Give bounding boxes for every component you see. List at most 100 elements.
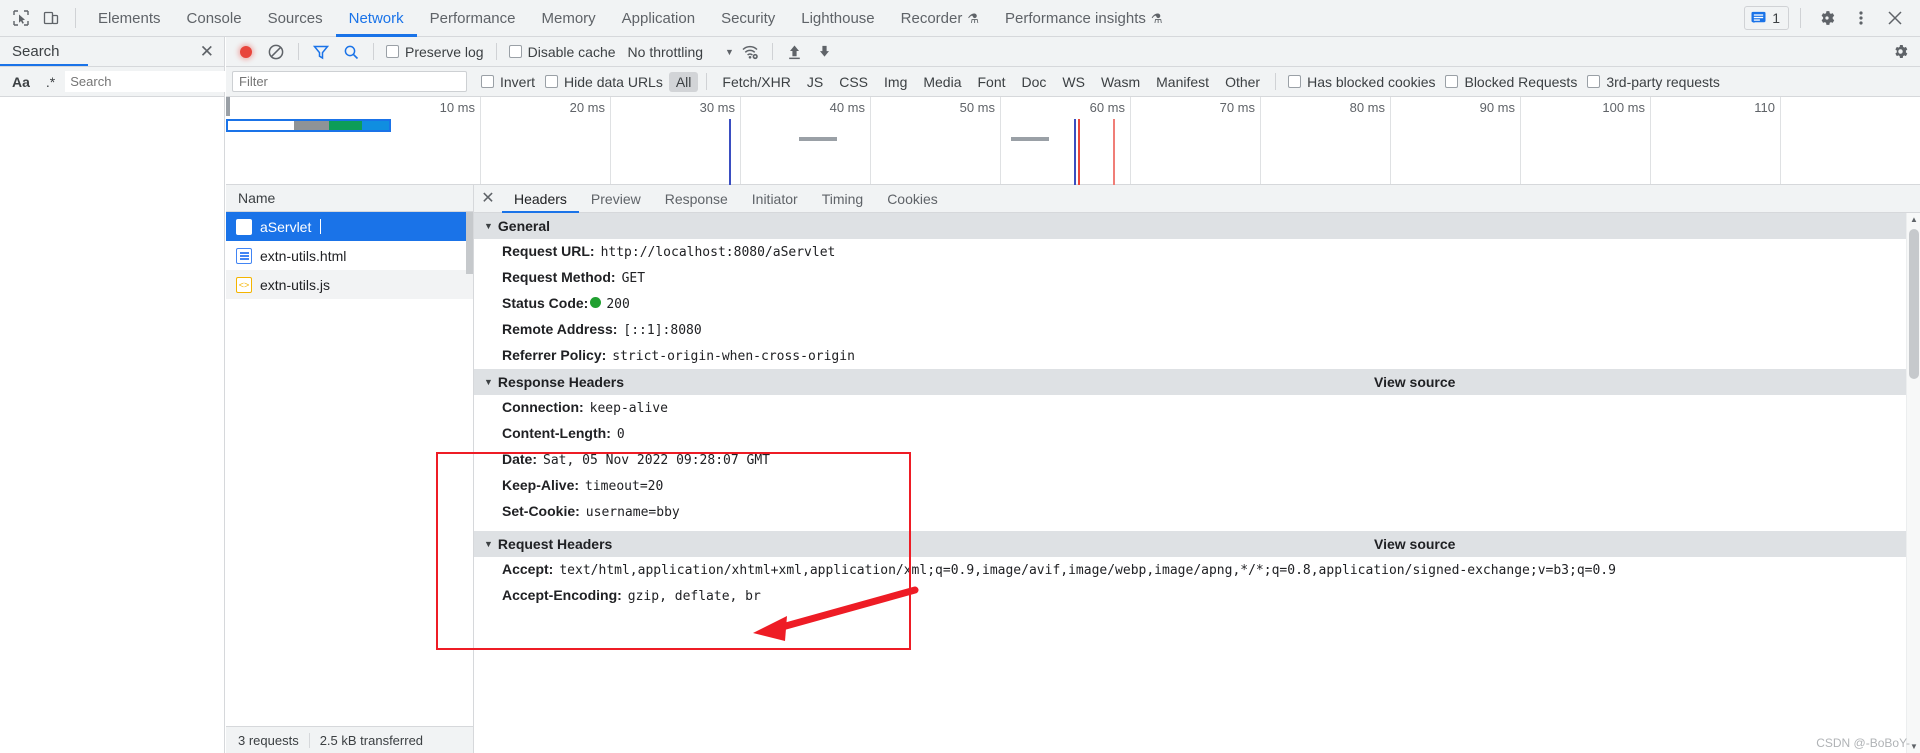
header-row: Request Method: GET bbox=[474, 265, 1920, 291]
tab-network[interactable]: Network bbox=[336, 0, 417, 37]
header-value: username=bby bbox=[586, 505, 680, 521]
scrollbar-thumb[interactable] bbox=[1909, 229, 1919, 379]
header-key: Status Code: bbox=[502, 295, 588, 311]
regex-button[interactable]: .* bbox=[40, 74, 61, 90]
blocked-requests-label: Blocked Requests bbox=[1464, 74, 1577, 90]
request-row-extn-utils-html[interactable]: extn-utils.html bbox=[226, 241, 473, 270]
checkbox-box bbox=[386, 45, 399, 58]
section-header-response-headers[interactable]: ▼ Response Headers View source bbox=[474, 369, 1920, 395]
inspect-icon[interactable] bbox=[6, 3, 36, 33]
section-title: General bbox=[498, 218, 550, 234]
filter-type-js[interactable]: JS bbox=[800, 72, 830, 92]
filter-type-ws[interactable]: WS bbox=[1055, 72, 1092, 92]
tab-headers[interactable]: Headers bbox=[502, 185, 579, 213]
filter-type-manifest[interactable]: Manifest bbox=[1149, 72, 1216, 92]
record-button[interactable] bbox=[232, 39, 260, 65]
disable-cache-checkbox[interactable]: Disable cache bbox=[505, 44, 620, 60]
tab-application[interactable]: Application bbox=[609, 0, 708, 37]
filter-type-doc[interactable]: Doc bbox=[1015, 72, 1054, 92]
view-source-link[interactable]: View source bbox=[1374, 374, 1455, 390]
tab-preview[interactable]: Preview bbox=[579, 185, 653, 213]
detail-scrollbar[interactable]: ▲ ▼ bbox=[1906, 213, 1920, 753]
tab-label: Performance insights bbox=[1005, 0, 1146, 37]
close-icon[interactable]: ✕ bbox=[200, 43, 214, 60]
issues-button[interactable]: 1 bbox=[1744, 6, 1789, 30]
tab-initiator[interactable]: Initiator bbox=[740, 185, 810, 213]
hide-data-urls-checkbox[interactable]: Hide data URLs bbox=[541, 74, 667, 90]
requests-count: 3 requests bbox=[226, 733, 309, 748]
tab-response[interactable]: Response bbox=[653, 185, 740, 213]
preserve-log-label: Preserve log bbox=[405, 44, 484, 60]
third-party-requests-checkbox[interactable]: 3rd-party requests bbox=[1583, 74, 1724, 90]
section-header-general[interactable]: ▼ General bbox=[474, 213, 1920, 239]
view-source-link[interactable]: View source bbox=[1374, 536, 1455, 552]
filter-type-media[interactable]: Media bbox=[916, 72, 968, 92]
request-name: extn-utils.js bbox=[260, 277, 330, 293]
has-blocked-cookies-checkbox[interactable]: Has blocked cookies bbox=[1284, 74, 1439, 90]
request-row-aservlet[interactable]: aServlet bbox=[226, 212, 473, 241]
close-detail-icon[interactable]: ✕ bbox=[474, 191, 502, 207]
tab-console[interactable]: Console bbox=[174, 0, 255, 37]
filter-type-wasm[interactable]: Wasm bbox=[1094, 72, 1147, 92]
filter-type-fetch-xhr[interactable]: Fetch/XHR bbox=[715, 72, 797, 92]
tab-security[interactable]: Security bbox=[708, 0, 788, 37]
more-options-icon[interactable] bbox=[1846, 3, 1876, 33]
gear-icon[interactable] bbox=[1812, 3, 1842, 33]
filter-type-css[interactable]: CSS bbox=[832, 72, 875, 92]
request-list-header[interactable]: Name bbox=[226, 185, 473, 212]
tab-performance-insights[interactable]: Performance insights ⚗ bbox=[992, 0, 1176, 37]
overview-tick-label: 110 bbox=[1661, 100, 1775, 115]
header-row: Accept: text/html,application/xhtml+xml,… bbox=[474, 557, 1920, 583]
search-button[interactable] bbox=[337, 39, 365, 65]
header-value: 0 bbox=[617, 427, 625, 443]
detail-tabs: ✕ Headers Preview Response Initiator Tim… bbox=[474, 185, 1920, 213]
tab-sources[interactable]: Sources bbox=[255, 0, 336, 37]
close-icon[interactable] bbox=[1880, 3, 1910, 33]
section-body-general: Request URL: http://localhost:8080/aServ… bbox=[474, 239, 1920, 369]
network-settings-gear-icon[interactable] bbox=[1886, 39, 1914, 65]
network-conditions-button[interactable] bbox=[736, 39, 764, 65]
scrollbar-thumb[interactable] bbox=[466, 212, 473, 274]
throttling-select[interactable]: No throttling ▼ bbox=[622, 44, 734, 60]
filter-input[interactable] bbox=[232, 71, 467, 92]
scroll-up-arrow-icon[interactable]: ▲ bbox=[1907, 213, 1920, 226]
tab-timing[interactable]: Timing bbox=[810, 185, 876, 213]
tab-memory[interactable]: Memory bbox=[529, 0, 609, 37]
filter-type-font[interactable]: Font bbox=[971, 72, 1013, 92]
header-value: GET bbox=[622, 271, 645, 287]
device-toolbar-icon[interactable] bbox=[36, 3, 66, 33]
request-list-scrollbar[interactable] bbox=[466, 212, 473, 726]
tab-elements[interactable]: Elements bbox=[85, 0, 174, 37]
invert-checkbox[interactable]: Invert bbox=[477, 74, 539, 90]
tab-cookies[interactable]: Cookies bbox=[875, 185, 950, 213]
request-row-extn-utils-js[interactable]: <> extn-utils.js bbox=[226, 270, 473, 299]
filter-type-other[interactable]: Other bbox=[1218, 72, 1267, 92]
transferred-size: 2.5 kB transferred bbox=[309, 733, 433, 748]
header-key: Request URL: bbox=[502, 243, 595, 259]
match-case-button[interactable]: Aa bbox=[6, 74, 36, 90]
search-input[interactable] bbox=[65, 71, 251, 92]
header-key: Accept: bbox=[502, 561, 553, 577]
search-results-area bbox=[0, 97, 224, 753]
tab-lighthouse[interactable]: Lighthouse bbox=[788, 0, 887, 37]
clear-button[interactable] bbox=[262, 39, 290, 65]
filter-button[interactable] bbox=[307, 39, 335, 65]
import-har-button[interactable] bbox=[781, 39, 809, 65]
flask-icon: ⚗ bbox=[967, 0, 979, 37]
header-row: Remote Address: [::1]:8080 bbox=[474, 317, 1920, 343]
network-split-view: Name aServlet extn-utils.html <> extn-ut… bbox=[226, 185, 1920, 753]
devtools-window: Elements Console Sources Network Perform… bbox=[0, 0, 1920, 753]
tab-recorder[interactable]: Recorder ⚗ bbox=[888, 0, 992, 37]
network-overview[interactable]: 10 ms 20 ms 30 ms 40 ms 50 ms 60 ms 70 m… bbox=[226, 97, 1920, 185]
bar-segment-stalled bbox=[294, 121, 329, 130]
export-har-button[interactable] bbox=[811, 39, 839, 65]
preserve-log-checkbox[interactable]: Preserve log bbox=[382, 44, 488, 60]
blocked-requests-checkbox[interactable]: Blocked Requests bbox=[1441, 74, 1581, 90]
section-header-request-headers[interactable]: ▼ Request Headers View source bbox=[474, 531, 1920, 557]
filter-type-img[interactable]: Img bbox=[877, 72, 914, 92]
devtools-tabbar: Elements Console Sources Network Perform… bbox=[0, 0, 1920, 37]
tab-performance[interactable]: Performance bbox=[417, 0, 529, 37]
search-toolbar: Aa .* bbox=[0, 67, 224, 97]
filter-type-all[interactable]: All bbox=[669, 72, 699, 92]
overview-request-bar bbox=[226, 119, 391, 132]
